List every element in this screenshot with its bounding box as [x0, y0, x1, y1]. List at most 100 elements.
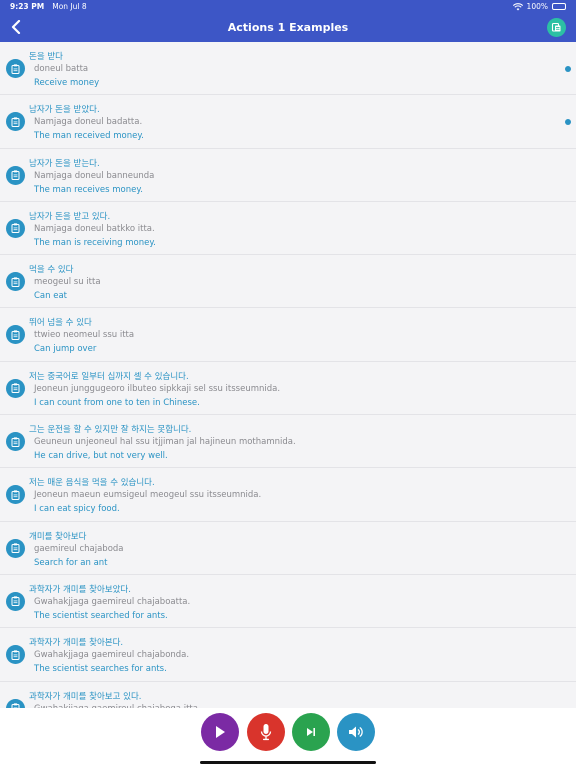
copy-button[interactable] — [6, 165, 25, 185]
copy-button[interactable] — [6, 485, 25, 505]
next-button[interactable] — [292, 713, 330, 751]
korean-text: 저는 매운 음식을 먹을 수 있습니다. — [29, 478, 155, 489]
copy-button[interactable] — [6, 698, 25, 708]
clipboard-icon — [11, 330, 20, 340]
speaker-button[interactable] — [337, 713, 375, 751]
english-translation: He can drive, but not very well. — [34, 451, 168, 462]
home-indicator — [200, 761, 376, 764]
clipboard-icon — [11, 543, 20, 554]
english-translation: The scientist searched for ants. — [34, 610, 168, 621]
nav-bar: Actions 1 Examples — [0, 13, 576, 42]
clipboard-icon — [11, 436, 20, 447]
progress-dot — [565, 66, 571, 72]
back-button[interactable] — [6, 17, 26, 37]
copy-all-icon — [551, 22, 561, 32]
korean-text: 과학자가 개미를 찾아보고 있다. — [29, 691, 142, 702]
list-item[interactable]: 그는 운전을 할 수 있지만 잘 하지는 못합니다. Geuneun unjeo… — [0, 415, 576, 469]
english-translation: The man received money. — [34, 131, 144, 142]
player-controls — [0, 708, 576, 768]
list-item[interactable]: 먹을 수 있다 meogeul su itta Can eat — [0, 255, 576, 309]
status-bar: 9:23 PM Mon Jul 8 100% — [0, 0, 576, 13]
korean-text: 과학자가 개미를 찾아보았다. — [29, 584, 131, 595]
record-button[interactable] — [247, 713, 285, 751]
clipboard-icon — [11, 117, 20, 127]
clipboard-icon — [11, 490, 20, 500]
copy-button[interactable] — [6, 432, 25, 452]
korean-text: 남자가 돈을 받고 있다. — [29, 211, 111, 222]
romanization-text: Namjaga doneul badatta. — [34, 117, 143, 128]
romanization-text: Namjaga doneul batkko itta. — [34, 223, 155, 234]
romanization-text: gaemireul chajaboda — [34, 543, 124, 554]
english-translation: The man receives money. — [34, 184, 143, 195]
list-item[interactable]: 저는 중국어로 일부터 십까지 셀 수 있습니다. Jeoneun junggu… — [0, 361, 576, 416]
copy-button[interactable] — [6, 218, 25, 238]
clipboard-icon — [11, 596, 20, 607]
battery-percent: 100% — [526, 2, 548, 11]
status-indicators: 100% — [512, 2, 566, 11]
page-title: Actions 1 Examples — [227, 21, 349, 34]
list-item[interactable]: 과학자가 개미를 찾아보았다. Gwahakjjaga gaemireul ch… — [0, 574, 576, 629]
copy-all-button[interactable] — [547, 18, 566, 37]
romanization-text: Gwahakjjaga gaemireul chajabonda. — [34, 650, 190, 661]
list-item[interactable]: 남자가 돈을 받고 있다. Namjaga doneul batkko itta… — [0, 201, 576, 256]
clipboard-icon — [11, 63, 20, 74]
romanization-text: ttwieo neomeul ssu itta — [34, 330, 135, 341]
korean-text: 남자가 돈을 받는다. — [29, 158, 100, 169]
microphone-icon — [260, 724, 272, 741]
list-item[interactable]: 저는 매운 음식을 먹을 수 있습니다. Jeoneun maeun eumsi… — [0, 468, 576, 522]
copy-button[interactable] — [6, 325, 25, 345]
korean-text: 먹을 수 있다 — [29, 265, 74, 276]
copy-button[interactable] — [6, 645, 25, 665]
romanization-text: Gwahakjjaga gaemireul chajaboatta. — [34, 596, 191, 607]
korean-text: 그는 운전을 할 수 있지만 잘 하지는 못합니다. — [29, 425, 192, 436]
examples-list[interactable]: 돈을 받다 doneul batta Receive money 남자가 돈을 … — [0, 42, 576, 708]
romanization-text: doneul batta — [34, 64, 89, 74]
progress-dot — [565, 119, 571, 126]
play-icon — [216, 726, 225, 738]
english-translation: Can jump over — [34, 344, 97, 355]
english-translation: Receive money — [34, 78, 100, 88]
skip-next-icon — [307, 728, 315, 736]
list-item[interactable]: 뛰어 넘을 수 있다 ttwieo neomeul ssu itta Can j… — [0, 308, 576, 362]
clipboard-icon — [11, 223, 20, 234]
korean-text: 돈을 받다 — [29, 52, 63, 62]
clipboard-icon — [11, 650, 20, 660]
copy-button[interactable] — [6, 591, 25, 611]
korean-text: 개미를 찾아보다 — [29, 531, 87, 542]
clipboard-icon — [11, 170, 20, 181]
list-item[interactable]: 돈을 받다 doneul batta Receive money — [0, 42, 576, 96]
list-item[interactable]: 남자가 돈을 받았다. Namjaga doneul badatta. The … — [0, 95, 576, 149]
clipboard-icon — [11, 383, 20, 394]
status-date: Mon Jul 8 — [52, 2, 87, 11]
chevron-left-icon — [11, 20, 21, 34]
copy-button[interactable] — [6, 538, 25, 558]
korean-text: 뛰어 넘을 수 있다 — [29, 318, 92, 329]
korean-text: 저는 중국어로 일부터 십까지 셀 수 있습니다. — [29, 371, 189, 382]
english-translation: Can eat — [34, 291, 68, 302]
english-translation: I can eat spicy food. — [34, 504, 120, 515]
list-item[interactable]: 과학자가 개미를 찾아보고 있다. Gwahakjjaga gaemireul … — [0, 681, 576, 708]
romanization-text: Namjaga doneul banneunda — [34, 170, 155, 181]
copy-button[interactable] — [6, 378, 25, 398]
copy-button[interactable] — [6, 112, 25, 132]
english-translation: I can count from one to ten in Chinese. — [34, 397, 200, 408]
english-translation: Search for an ant — [34, 557, 108, 568]
copy-button[interactable] — [6, 272, 25, 292]
list-item[interactable]: 과학자가 개미를 찾아본다. Gwahakjjaga gaemireul cha… — [0, 628, 576, 682]
romanization-text: Geuneun unjeoneul hal ssu itjjiman jal h… — [34, 437, 296, 448]
english-translation: The man is receiving money. — [34, 237, 156, 248]
english-translation: The scientist searches for ants. — [34, 664, 167, 675]
copy-button[interactable] — [6, 59, 25, 78]
korean-text: 과학자가 개미를 찾아본다. — [29, 638, 124, 649]
romanization-text: Jeoneun junggugeoro ilbuteo sipkkaji sel… — [34, 383, 281, 394]
romanization-text: meogeul su itta — [34, 277, 101, 288]
play-button[interactable] — [201, 713, 239, 751]
wifi-icon — [512, 2, 523, 10]
speaker-icon — [349, 726, 363, 738]
clipboard-icon — [11, 277, 20, 287]
romanization-text: Jeoneun maeun eumsigeul meogeul ssu itss… — [34, 490, 262, 501]
status-time: 9:23 PM — [10, 2, 45, 11]
battery-icon — [552, 3, 566, 10]
list-item[interactable]: 개미를 찾아보다 gaemireul chajaboda Search for … — [0, 521, 576, 575]
list-item[interactable]: 남자가 돈을 받는다. Namjaga doneul banneunda The… — [0, 148, 576, 202]
